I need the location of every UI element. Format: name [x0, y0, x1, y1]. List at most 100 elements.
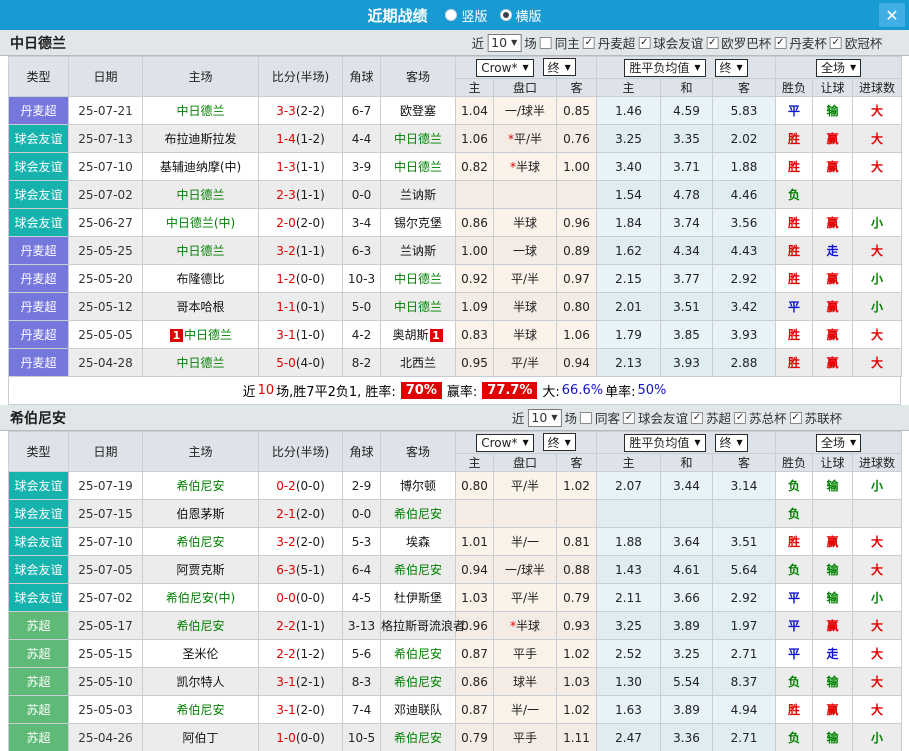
full-match-dropdown-label: 全场: [821, 59, 845, 76]
away-team-name: 希伯尼安: [394, 507, 442, 521]
halftime-score: (1-1): [296, 619, 325, 633]
outcome-cell: 胜: [776, 153, 813, 181]
mean-odds-dropdown[interactable]: 胜平负均值▼: [624, 59, 705, 77]
league-checkbox[interactable]: ✓: [774, 37, 786, 49]
league-checkbox[interactable]: ✓: [706, 37, 718, 49]
home-team-name: 希伯尼安(中): [166, 591, 235, 605]
mean-away-cell: 4.43: [713, 237, 776, 265]
league-filter-label[interactable]: 球会友谊: [653, 33, 703, 52]
league-checkbox[interactable]: ✓: [734, 412, 746, 424]
away-team-cell: 中日德兰: [381, 153, 456, 181]
full-match-dropdown[interactable]: 全场▼: [816, 59, 861, 77]
league-checkbox[interactable]: ✓: [583, 37, 595, 49]
odds-home-cell: 0.95: [456, 349, 494, 377]
handicap-result-cell: 走: [813, 237, 853, 265]
league-filter-label[interactable]: 欧罗巴杯: [721, 33, 771, 52]
odds-away-subheader: 客: [557, 454, 597, 472]
handicap-subheader: 盘口: [494, 79, 557, 97]
view-option-label[interactable]: 竖版: [461, 6, 487, 25]
outcome-cell: 平: [776, 640, 813, 668]
league-checkbox[interactable]: ✓: [790, 412, 802, 424]
odds-final-dropdown-label: 终: [548, 434, 560, 451]
league-filter-label[interactable]: 丹麦超: [598, 33, 636, 52]
mean-home-cell: 1.43: [597, 556, 661, 584]
odds-source-dropdown[interactable]: Crow*▼: [476, 434, 533, 452]
corner-cell: 6-4: [343, 556, 381, 584]
corner-cell: 8-2: [343, 349, 381, 377]
home-team-name: 希伯尼安: [176, 479, 224, 493]
match-row: 苏超25-05-10凯尔特人3-1(2-1)8-3希伯尼安0.86球半1.031…: [9, 668, 902, 696]
corner-cell: 10-5: [343, 724, 381, 751]
handicap-result-cell: [813, 181, 853, 209]
odds-final-dropdown[interactable]: 终▼: [543, 58, 576, 76]
match-count-select[interactable]: 10▼: [487, 34, 521, 52]
outcome-cell: 胜: [776, 349, 813, 377]
view-radio-0[interactable]: [445, 9, 457, 21]
score-cell: 3-1(2-0): [259, 696, 343, 724]
handicap-cell: [494, 500, 557, 528]
titlebar: 近期战绩 竖版横版 ✕: [0, 0, 909, 30]
score-cell: 3-2(1-1): [259, 237, 343, 265]
match-row: 球会友谊25-07-05阿贾克斯6-3(5-1)6-4希伯尼安0.94一/球半0…: [9, 556, 902, 584]
match-count-select[interactable]: 10▼: [527, 409, 561, 427]
home-team-name: 哥本哈根: [176, 300, 224, 314]
mean-draw-subheader: 和: [661, 79, 713, 97]
fulltime-score: 0-2: [276, 479, 296, 493]
mean-away-cell: 2.88: [713, 349, 776, 377]
same-venue-checkbox[interactable]: [580, 412, 592, 424]
halftime-score: (1-0): [296, 328, 325, 342]
league-checkbox[interactable]: ✓: [623, 412, 635, 424]
league-checkbox[interactable]: ✓: [830, 37, 842, 49]
same-venue-checkbox[interactable]: [540, 37, 552, 49]
date-cell: 25-04-28: [69, 349, 143, 377]
odds-home-subheader: 主: [456, 79, 494, 97]
type-badge-cell: 丹麦超: [9, 237, 69, 265]
league-filter-label[interactable]: 苏总杯: [749, 408, 787, 427]
away-team-cell: 杜伊斯堡: [381, 584, 456, 612]
mean-away-cell: [713, 500, 776, 528]
summary-segment: 77.7%: [482, 382, 537, 399]
match-row: 球会友谊25-07-19希伯尼安0-2(0-0)2-9博尔顿0.80平/半1.0…: [9, 472, 902, 500]
home-team-cell: 阿贾克斯: [143, 556, 259, 584]
odds-away-cell: 0.97: [557, 265, 597, 293]
mean-home-cell: 1.84: [597, 209, 661, 237]
league-checkbox[interactable]: ✓: [691, 412, 703, 424]
score-cell: 3-1(2-1): [259, 668, 343, 696]
mean-odds-dropdown[interactable]: 胜平负均值▼: [624, 434, 705, 452]
goals-result-cell: 大: [853, 125, 902, 153]
mean-final-dropdown-label: 终: [720, 434, 732, 451]
home-team-cell: 希伯尼安: [143, 528, 259, 556]
handicap-cell: 半/一: [494, 528, 557, 556]
view-option-label[interactable]: 横版: [516, 6, 542, 25]
goals-result-cell: 大: [853, 696, 902, 724]
mean-final-dropdown[interactable]: 终▼: [715, 434, 748, 452]
odds-source-header: Crow*▼ 终▼: [456, 57, 597, 79]
full-match-dropdown[interactable]: 全场▼: [816, 434, 861, 452]
league-filter-label[interactable]: 苏超: [706, 408, 731, 427]
league-filter-label[interactable]: 欧冠杯: [845, 33, 883, 52]
same-venue-label[interactable]: 同主: [555, 33, 580, 52]
col-type-header: 类型: [9, 57, 69, 97]
match-row: 苏超25-04-26阿伯丁1-0(0-0)10-5希伯尼安0.79平手1.112…: [9, 724, 902, 751]
league-filter-label[interactable]: 苏联杯: [805, 408, 843, 427]
odds-source-dropdown[interactable]: Crow*▼: [476, 59, 533, 77]
outcome-cell: 负: [776, 500, 813, 528]
close-icon[interactable]: ✕: [879, 3, 905, 27]
score-cell: 2-1(2-0): [259, 500, 343, 528]
handicap-result-cell: 赢: [813, 153, 853, 181]
view-radio-1[interactable]: [500, 9, 512, 21]
odds-final-dropdown[interactable]: 终▼: [543, 433, 576, 451]
goals-result-cell: 大: [853, 612, 902, 640]
odds-home-cell: 0.82: [456, 153, 494, 181]
league-filter-label[interactable]: 丹麦杯: [789, 33, 827, 52]
home-team-name: 布拉迪斯拉发: [164, 132, 236, 146]
mean-final-dropdown[interactable]: 终▼: [715, 59, 748, 77]
league-checkbox[interactable]: ✓: [638, 37, 650, 49]
handicap-result-cell: 输: [813, 472, 853, 500]
halftime-score: (1-2): [296, 132, 325, 146]
same-venue-label[interactable]: 同客: [595, 408, 620, 427]
fulltime-score: 3-2: [276, 535, 296, 549]
mean-home-cell: 1.46: [597, 97, 661, 125]
outcome-cell: 平: [776, 612, 813, 640]
league-filter-label[interactable]: 球会友谊: [638, 408, 688, 427]
